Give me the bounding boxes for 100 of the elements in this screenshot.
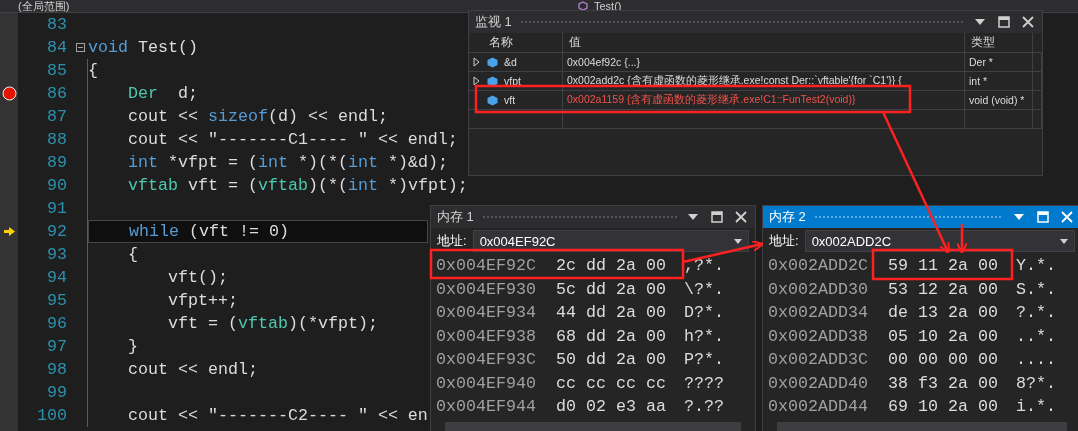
memory-bytes: d0 02 e3 aa: [556, 397, 666, 417]
column-header[interactable]: 值: [563, 33, 965, 53]
memory-ascii: P?*.: [684, 350, 724, 370]
memory-bytes: 53 12 2a 00: [888, 279, 998, 299]
memory-bytes: 69 10 2a 00: [888, 397, 998, 417]
memory-ascii: ?.*.: [1016, 303, 1056, 323]
memory-ascii: ..*.: [1016, 326, 1056, 346]
line-number: 94: [47, 268, 67, 287]
code-line: cout << "-------C2---- " << en: [126, 405, 428, 426]
line-number: 90: [47, 176, 67, 195]
code-line: void Test(): [88, 37, 198, 58]
line-number: 98: [47, 360, 67, 379]
memory-address: 0x004EF940: [436, 373, 536, 393]
variable-icon: [487, 56, 498, 68]
address-field[interactable]: 0x002ADD2C: [804, 230, 1075, 252]
breakpoint-icon[interactable]: [1, 86, 17, 101]
memory-address: 0x002ADD40: [768, 373, 868, 393]
code-line: cout << "-------C1---- " << endl;: [126, 129, 458, 150]
memory-ascii: i.*.: [1016, 397, 1056, 417]
address-label: 地址:: [769, 232, 799, 250]
memory-bytes: 44 dd 2a 00: [556, 303, 666, 323]
line-number: 100: [37, 406, 67, 425]
horizontal-scrollbar[interactable]: [445, 422, 741, 431]
memory-bytes: 00 00 00 00: [888, 350, 998, 370]
window-title: 内存 2: [769, 208, 806, 226]
variable-name: vfpt: [504, 75, 521, 87]
memory-address: 0x004EF93C: [436, 350, 536, 370]
memory-address: 0x004EF944: [436, 397, 536, 417]
memory-ascii: S.*.: [1016, 279, 1056, 299]
memory-ascii: 8?*.: [1016, 373, 1056, 393]
line-number: 99: [47, 383, 67, 402]
scope-dropdown[interactable]: (全局范围): [18, 0, 578, 12]
address-label: 地址:: [437, 232, 467, 250]
annotation-arrow: [956, 224, 968, 254]
line-number: 86: [47, 84, 67, 103]
column-header[interactable]: 类型: [965, 33, 1033, 53]
line-number: 88: [47, 130, 67, 149]
line-number: 87: [47, 107, 67, 126]
code-line: vft = (vftab)(*vfpt);: [166, 313, 378, 334]
memory-bytes: de 13 2a 00: [888, 303, 998, 323]
variable-icon: [487, 94, 498, 106]
variable-icon: [487, 75, 498, 87]
memory-ascii: Y.*.: [1016, 256, 1056, 276]
memory-bytes: 5c dd 2a 00: [556, 279, 666, 299]
memory-address: 0x002ADD44: [768, 397, 868, 417]
window-title: 内存 1: [437, 208, 474, 226]
address-field[interactable]: 0x004EF92C: [472, 230, 749, 252]
caret-icon[interactable]: [734, 238, 742, 244]
memory-bytes: 50 dd 2a 00: [556, 350, 666, 370]
line-number: 93: [47, 245, 67, 264]
horizontal-scrollbar[interactable]: [777, 422, 1067, 431]
memory-bytes: 38 f3 2a 00: [888, 373, 998, 393]
line-number: 92: [47, 222, 67, 241]
line-number: 97: [47, 337, 67, 356]
memory-ascii: ,?*.: [684, 256, 724, 276]
code-line: }: [126, 336, 138, 357]
function-icon: [578, 1, 588, 11]
caret-icon[interactable]: [1014, 214, 1024, 220]
line-number: 83: [47, 15, 67, 34]
column-header[interactable]: 名称: [483, 33, 563, 53]
variable-value: 0x002a1159 {含有虚函数的菱形继承.exe!C1::FunTest2(void)}: [567, 93, 856, 107]
caret-icon[interactable]: [1060, 238, 1068, 244]
memory-address: 0x002ADD38: [768, 326, 868, 346]
memory-ascii: ????: [684, 373, 724, 393]
variable-name: vft: [504, 94, 516, 106]
memory-ascii: ?.??: [684, 397, 724, 417]
memory-bytes: 68 dd 2a 00: [556, 326, 666, 346]
line-number: 95: [47, 291, 67, 310]
memory-address: 0x004EF930: [436, 279, 536, 299]
line-number: 85: [47, 61, 67, 80]
memory-address: 0x004EF938: [436, 326, 536, 346]
line-number: 84: [47, 38, 67, 57]
memory-address: 0x002ADD2C: [768, 256, 868, 276]
code-line: {: [126, 244, 138, 265]
code-line: Der d;: [126, 83, 198, 104]
memory-address: 0x002ADD34: [768, 303, 868, 323]
expand-icon[interactable]: [472, 57, 480, 67]
code-line: vft();: [166, 267, 228, 288]
collapse-icon[interactable]: [76, 43, 85, 52]
memory-ascii: h?*.: [684, 326, 724, 346]
memory-address: 0x002ADD3C: [768, 350, 868, 370]
memory-address: 0x002ADD30: [768, 279, 868, 299]
code-line: cout << sizeof(d) << endl;: [126, 106, 388, 127]
code-line: int *vfpt = (int *)(*(int *)&d);: [126, 152, 448, 173]
memory-address: 0x004EF92C: [436, 256, 536, 276]
line-number: 91: [47, 199, 67, 218]
variable-type: void (void) *: [969, 94, 1025, 106]
window-title: 监视 1: [475, 13, 512, 31]
memory-bytes: 05 10 2a 00: [888, 326, 998, 346]
caret-icon[interactable]: [688, 214, 698, 220]
line-number: 96: [47, 314, 67, 333]
code-line: cout << endl;: [126, 359, 258, 380]
memory-bytes: 2c dd 2a 00: [556, 256, 666, 276]
line-number: 89: [47, 153, 67, 172]
current-line-highlight: while (vft != 0): [88, 220, 428, 243]
variable-value: 0x004ef92c {...}: [567, 56, 640, 68]
expand-icon[interactable]: [472, 76, 480, 86]
variable-type: int *: [969, 75, 988, 87]
caret-icon[interactable]: [975, 19, 985, 25]
code-line: vftab vft = (vftab)(*(int *)vfpt);: [126, 175, 468, 196]
